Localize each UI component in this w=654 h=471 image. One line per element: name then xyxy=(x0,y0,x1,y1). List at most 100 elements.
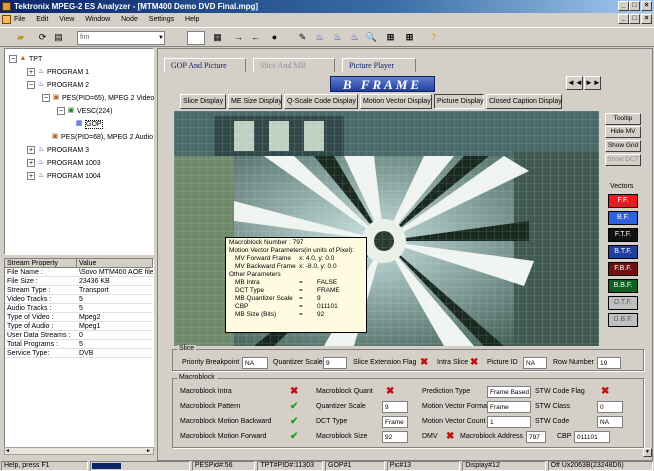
program-icon: ♨ xyxy=(37,146,45,154)
frame-type-banner: B FRAME xyxy=(330,76,435,92)
tab-motion-vector-display[interactable]: Motion Vector Display xyxy=(360,94,432,109)
tree-node-pes-video[interactable]: − ▣ PES(PID=65), MPEG 2 Video xyxy=(42,94,154,103)
chevron-down-icon[interactable]: ▼ xyxy=(158,35,164,41)
gop-icon: ▦ xyxy=(75,120,83,128)
tooltip-button[interactable]: Tooltip xyxy=(605,113,641,125)
show-dct-button[interactable]: Show DCT xyxy=(605,154,641,166)
table-row[interactable]: File Name : \Sovo MTM400 AOE file xyxy=(5,268,153,277)
tab-closed-caption-display[interactable]: Closed Caption Display xyxy=(486,94,562,109)
row-number-field[interactable]: 19 xyxy=(597,357,621,369)
scroll-right-icon[interactable]: ► xyxy=(146,448,153,454)
tree-node-program-3[interactable]: + ♨ PROGRAM 3 xyxy=(27,146,89,155)
menu-file[interactable]: File xyxy=(14,16,25,23)
video-icon[interactable]: ⊞ xyxy=(384,31,397,44)
picture-id-field[interactable]: NA xyxy=(523,357,547,369)
grid-icon[interactable]: ▦ xyxy=(211,31,224,44)
vector-dbf-button[interactable]: D.B.F. xyxy=(608,313,638,327)
video2-icon[interactable]: ⊞ xyxy=(403,31,416,44)
stw-class-field[interactable]: 0 xyxy=(597,401,623,413)
child-minimize-button[interactable]: _ xyxy=(618,14,629,24)
tree-node-program-1[interactable]: + ♨ PROGRAM 1 xyxy=(27,68,89,77)
help-icon[interactable]: ? xyxy=(427,31,440,44)
table-row[interactable]: Service Type: DVB xyxy=(5,349,153,358)
hide-mv-button[interactable]: Hide MV xyxy=(605,126,641,138)
close-button[interactable]: × xyxy=(641,1,652,11)
refresh-icon[interactable]: ⟳ xyxy=(36,31,49,44)
next-frame-button[interactable]: ►► xyxy=(584,76,601,90)
tree-up-icon[interactable]: ♨ xyxy=(313,31,326,44)
maximize-button[interactable]: □ xyxy=(629,1,640,11)
vesc-icon: ▣ xyxy=(67,107,75,115)
tab-gop-and-picture[interactable]: GOP And Picture xyxy=(164,58,246,72)
priority-field[interactable]: NA xyxy=(242,357,268,369)
dct-type-field[interactable]: Frame xyxy=(382,416,408,428)
macroblock-size-field[interactable]: 92 xyxy=(382,431,408,443)
open-icon[interactable]: ▰ xyxy=(14,31,27,44)
show-grid-button[interactable]: Show Grid xyxy=(605,140,641,152)
table-row[interactable]: Stream Type : Transport xyxy=(5,286,153,295)
previous-frame-button[interactable]: ◄◄ xyxy=(566,76,583,90)
vector-bbf-button[interactable]: B.B.F. xyxy=(608,279,638,293)
vector-ftf-button[interactable]: F.T.F. xyxy=(608,228,638,242)
tree-node-program-1003[interactable]: + ♨ PROGRAM 1003 xyxy=(27,159,101,168)
tab-picture-display[interactable]: Picture Display xyxy=(434,94,484,109)
tree-node-gop[interactable]: ▦ GOP xyxy=(75,120,103,129)
child-close-button[interactable]: × xyxy=(641,14,652,24)
tree-node-program-2[interactable]: − ♨ PROGRAM 2 xyxy=(27,81,89,90)
tab-slice-and-mb[interactable]: Slice And MB xyxy=(253,58,335,72)
scroll-down-icon[interactable]: ▼ xyxy=(643,448,652,457)
menu-help[interactable]: Help xyxy=(185,16,199,23)
prediction-type-field[interactable]: Frame Based xyxy=(487,386,531,398)
scroll-left-icon[interactable]: ◄ xyxy=(5,448,12,454)
header-property[interactable]: Stream Property xyxy=(5,259,77,267)
macroblock-address-field[interactable]: 797 xyxy=(526,431,546,443)
search-icon[interactable]: 🔍 xyxy=(365,31,378,44)
back-arrow-icon[interactable]: ← xyxy=(249,31,262,44)
table-row[interactable]: Video Tracks : 5 xyxy=(5,295,153,304)
vector-btf-button[interactable]: B.T.F. xyxy=(608,245,638,259)
stw-code-field[interactable]: NA xyxy=(597,416,623,428)
tree-node-program-1004[interactable]: + ♨ PROGRAM 1004 xyxy=(27,172,101,181)
frame-combo[interactable] xyxy=(187,31,205,45)
cbp-field[interactable]: 011101 xyxy=(574,431,610,443)
qscale-field[interactable]: 9 xyxy=(323,357,347,369)
table-row[interactable]: Type of Audio : Mpeg1 xyxy=(5,322,153,331)
menu-window[interactable]: Window xyxy=(85,16,110,23)
tree-root[interactable]: − ▲ TPT xyxy=(9,55,42,64)
table-row[interactable]: Type of Video : Mpeg2 xyxy=(5,313,153,322)
tab-picture-player[interactable]: Picture Player xyxy=(342,58,416,72)
vector-ff-button[interactable]: F.F. xyxy=(608,194,638,208)
tree-node-vesc[interactable]: − ▣ VESC(224) xyxy=(57,107,112,116)
tab-me-size-display[interactable]: ME Size Display xyxy=(228,94,282,109)
tree-sort-icon[interactable]: ♨ xyxy=(348,31,361,44)
tab-q-scale-display[interactable]: Q-Scale Code Display xyxy=(284,94,358,109)
menu-edit[interactable]: Edit xyxy=(36,16,48,23)
table-row[interactable]: File Size : 23436 KB xyxy=(5,277,153,286)
pencil-icon[interactable]: ✎ xyxy=(296,31,309,44)
menu-settings[interactable]: Settings xyxy=(149,16,174,23)
macroblock-pattern-label: Macroblock Pattern xyxy=(180,403,241,410)
vector-bf-button[interactable]: B.F. xyxy=(608,211,638,225)
header-value[interactable]: Value xyxy=(77,259,153,267)
property-value: \Sovo MTM400 AOE file xyxy=(79,269,153,276)
save-icon[interactable]: ▤ xyxy=(52,31,65,44)
quantizer-scale-field[interactable]: 9 xyxy=(382,401,408,413)
child-restore-button[interactable]: □ xyxy=(629,14,640,24)
tree-down-icon[interactable]: ♨ xyxy=(331,31,344,44)
vector-fbf-button[interactable]: F.B.F. xyxy=(608,262,638,276)
stop-icon[interactable]: ● xyxy=(268,31,281,44)
horizontal-scrollbar[interactable]: ◄ ► xyxy=(4,447,154,455)
node-combo[interactable]: fim xyxy=(77,31,165,45)
vector-dtf-button[interactable]: D.T.F. xyxy=(608,296,638,310)
table-row[interactable]: Audio Tracks : 5 xyxy=(5,304,153,313)
tab-slice-display[interactable]: Slice Display xyxy=(180,94,226,109)
table-row[interactable]: User Data Streams : 0 xyxy=(5,331,153,340)
motion-vector-format-field[interactable]: Frame xyxy=(487,401,531,413)
tree-node-pes-audio[interactable]: ▣ PES(PID=68), MPEG 2 Audio xyxy=(51,133,153,142)
table-row[interactable]: Total Programs : 5 xyxy=(5,340,153,349)
menu-node[interactable]: Node xyxy=(121,16,138,23)
forward-arrow-icon[interactable]: → xyxy=(232,31,245,44)
menu-view[interactable]: View xyxy=(59,16,74,23)
minimize-button[interactable]: _ xyxy=(618,1,629,11)
motion-vector-count-field[interactable]: 1 xyxy=(487,416,531,428)
